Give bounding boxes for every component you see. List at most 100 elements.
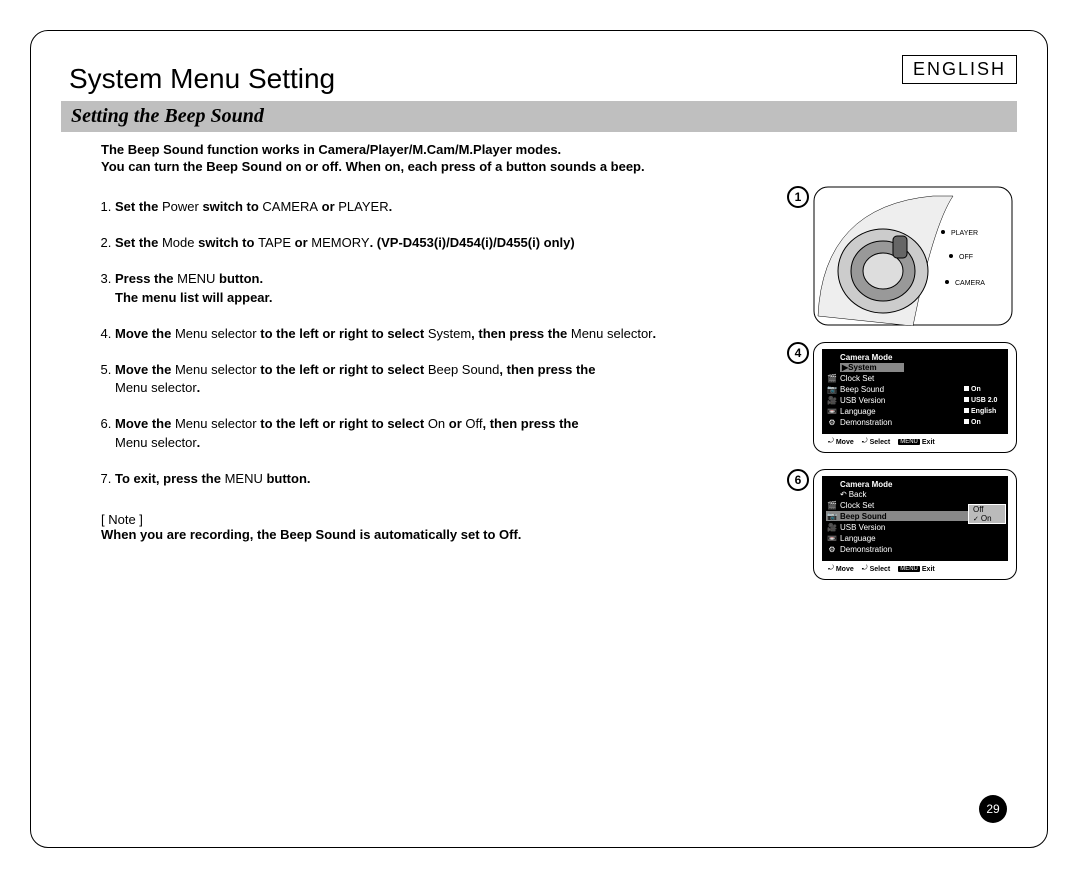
t: Menu selector (175, 362, 260, 377)
t: or (445, 416, 465, 431)
t: . (197, 380, 201, 395)
opt-off: Off (969, 505, 1005, 514)
t: button. (215, 271, 263, 286)
t: Menu selector (115, 380, 197, 395)
t: switch to (195, 235, 259, 250)
t: Off (465, 416, 482, 431)
intro-line-2: You can turn the Beep Sound on or off. W… (101, 159, 1017, 174)
row: Beep Sound (838, 385, 964, 394)
t: PLAYER (338, 199, 388, 214)
val: English (971, 408, 996, 415)
power-switch-diagram: PLAYER OFF CAMERA (813, 186, 1013, 326)
t: Power (162, 199, 199, 214)
t: On (428, 416, 445, 431)
t: TAPE (258, 235, 291, 250)
row: Demonstration (838, 545, 964, 554)
step-6: Move the Menu selector to the left or ri… (115, 415, 767, 451)
t: MENU (225, 471, 263, 486)
figure-1: 1 PLAYER OFF CAMERA (787, 186, 1017, 326)
switch-label-player: PLAYER (951, 230, 978, 237)
step-5: Move the Menu selector to the left or ri… (115, 361, 767, 397)
t: Press the (115, 271, 177, 286)
row: Demonstration (838, 418, 964, 427)
row-hl: Beep Sound (838, 512, 964, 521)
t: Menu selector (175, 326, 260, 341)
t: Move the (115, 362, 175, 377)
menu-screen-4: Camera Mode ▶System 🎬Clock Set 📷Beep Sou… (813, 342, 1017, 453)
t: or (291, 235, 311, 250)
row: Language (838, 407, 964, 416)
t: . (653, 326, 657, 341)
note-label: [ Note ] (101, 512, 767, 527)
step-1: Set the Power switch to CAMERA or PLAYER… (115, 198, 767, 216)
t: , then press the (483, 416, 579, 431)
t: System (428, 326, 471, 341)
figure-num-6: 6 (787, 469, 809, 491)
select-hint: ⤾ Select (862, 565, 890, 573)
step-2: Set the Mode switch to TAPE or MEMORY. (… (115, 234, 767, 252)
row: USB Version (838, 396, 964, 405)
t: . (197, 435, 201, 450)
figures-column: 1 PLAYER OFF CAMERA (787, 186, 1017, 596)
page-number: 29 (979, 795, 1007, 823)
menu-screen-6: Camera Mode Back 🎬Clock Set 📷Beep Sound … (813, 469, 1017, 580)
t: to the left or right to select (260, 362, 428, 377)
exit-hint: MENU Exit (898, 565, 935, 573)
t: Set the (115, 199, 162, 214)
steps-list: Set the Power switch to CAMERA or PLAYER… (91, 198, 767, 488)
back-row: Back (840, 490, 1004, 499)
steps-column: Set the Power switch to CAMERA or PLAYER… (91, 186, 767, 542)
t: . (VP-D453(i)/D454(i)/D455(i) only) (370, 235, 575, 250)
option-dropdown: Off On (968, 504, 1006, 524)
opt-on: On (969, 514, 1005, 523)
t: . (389, 199, 393, 214)
note-block: [ Note ] When you are recording, the Bee… (101, 512, 767, 542)
t: MENU (177, 271, 215, 286)
row: Clock Set (838, 374, 964, 383)
t: Mode (162, 235, 195, 250)
val: USB 2.0 (971, 397, 997, 404)
figure-6: 6 Camera Mode Back 🎬Clock Set 📷Beep Soun… (787, 469, 1017, 580)
intro-text: The Beep Sound function works in Camera/… (101, 142, 1017, 174)
camera-mode-label: Camera Mode (826, 353, 1004, 362)
step-4: Move the Menu selector to the left or ri… (115, 325, 767, 343)
t: CAMERA (262, 199, 318, 214)
t: Menu selector (115, 435, 197, 450)
t: Move the (115, 326, 175, 341)
t: Beep Sound (428, 362, 500, 377)
t: button. (263, 471, 311, 486)
switch-label-off: OFF (959, 254, 973, 261)
t: Set the (115, 235, 162, 250)
move-hint: ⤾ Move (828, 438, 854, 446)
t: To exit, press the (115, 471, 225, 486)
menu-footer: ⤾ Move ⤾ Select MENU Exit (822, 565, 1008, 573)
row: Clock Set (838, 501, 964, 510)
t: MEMORY (311, 235, 369, 250)
t: , then press the (499, 362, 595, 377)
t: The menu list will appear. (115, 290, 273, 305)
exit-hint: MENU Exit (898, 438, 935, 446)
menu-footer: ⤾ Move ⤾ Select MENU Exit (822, 438, 1008, 446)
figure-4: 4 Camera Mode ▶System 🎬Clock Set 📷Beep S… (787, 342, 1017, 453)
t: Menu selector (571, 326, 653, 341)
page-title: System Menu Setting (69, 63, 1017, 95)
intro-line-1: The Beep Sound function works in Camera/… (101, 142, 1017, 157)
content-row: Set the Power switch to CAMERA or PLAYER… (61, 186, 1017, 596)
row: Language (838, 534, 964, 543)
section-bar: Setting the Beep Sound (61, 101, 1017, 132)
system-header: ▶System (840, 363, 904, 372)
t: Move the (115, 416, 175, 431)
select-hint: ⤾ Select (862, 438, 890, 446)
step-7: To exit, press the MENU button. (115, 470, 767, 488)
camera-mode-label: Camera Mode (826, 480, 1004, 489)
t: , then press the (471, 326, 571, 341)
row: USB Version (838, 523, 964, 532)
t: or (318, 199, 338, 214)
val: On (971, 386, 981, 393)
note-text: When you are recording, the Beep Sound i… (101, 527, 767, 542)
val: On (971, 419, 981, 426)
language-tag: ENGLISH (902, 55, 1017, 84)
figure-num-1: 1 (787, 186, 809, 208)
t: switch to (199, 199, 263, 214)
t: to the left or right to select (260, 416, 428, 431)
